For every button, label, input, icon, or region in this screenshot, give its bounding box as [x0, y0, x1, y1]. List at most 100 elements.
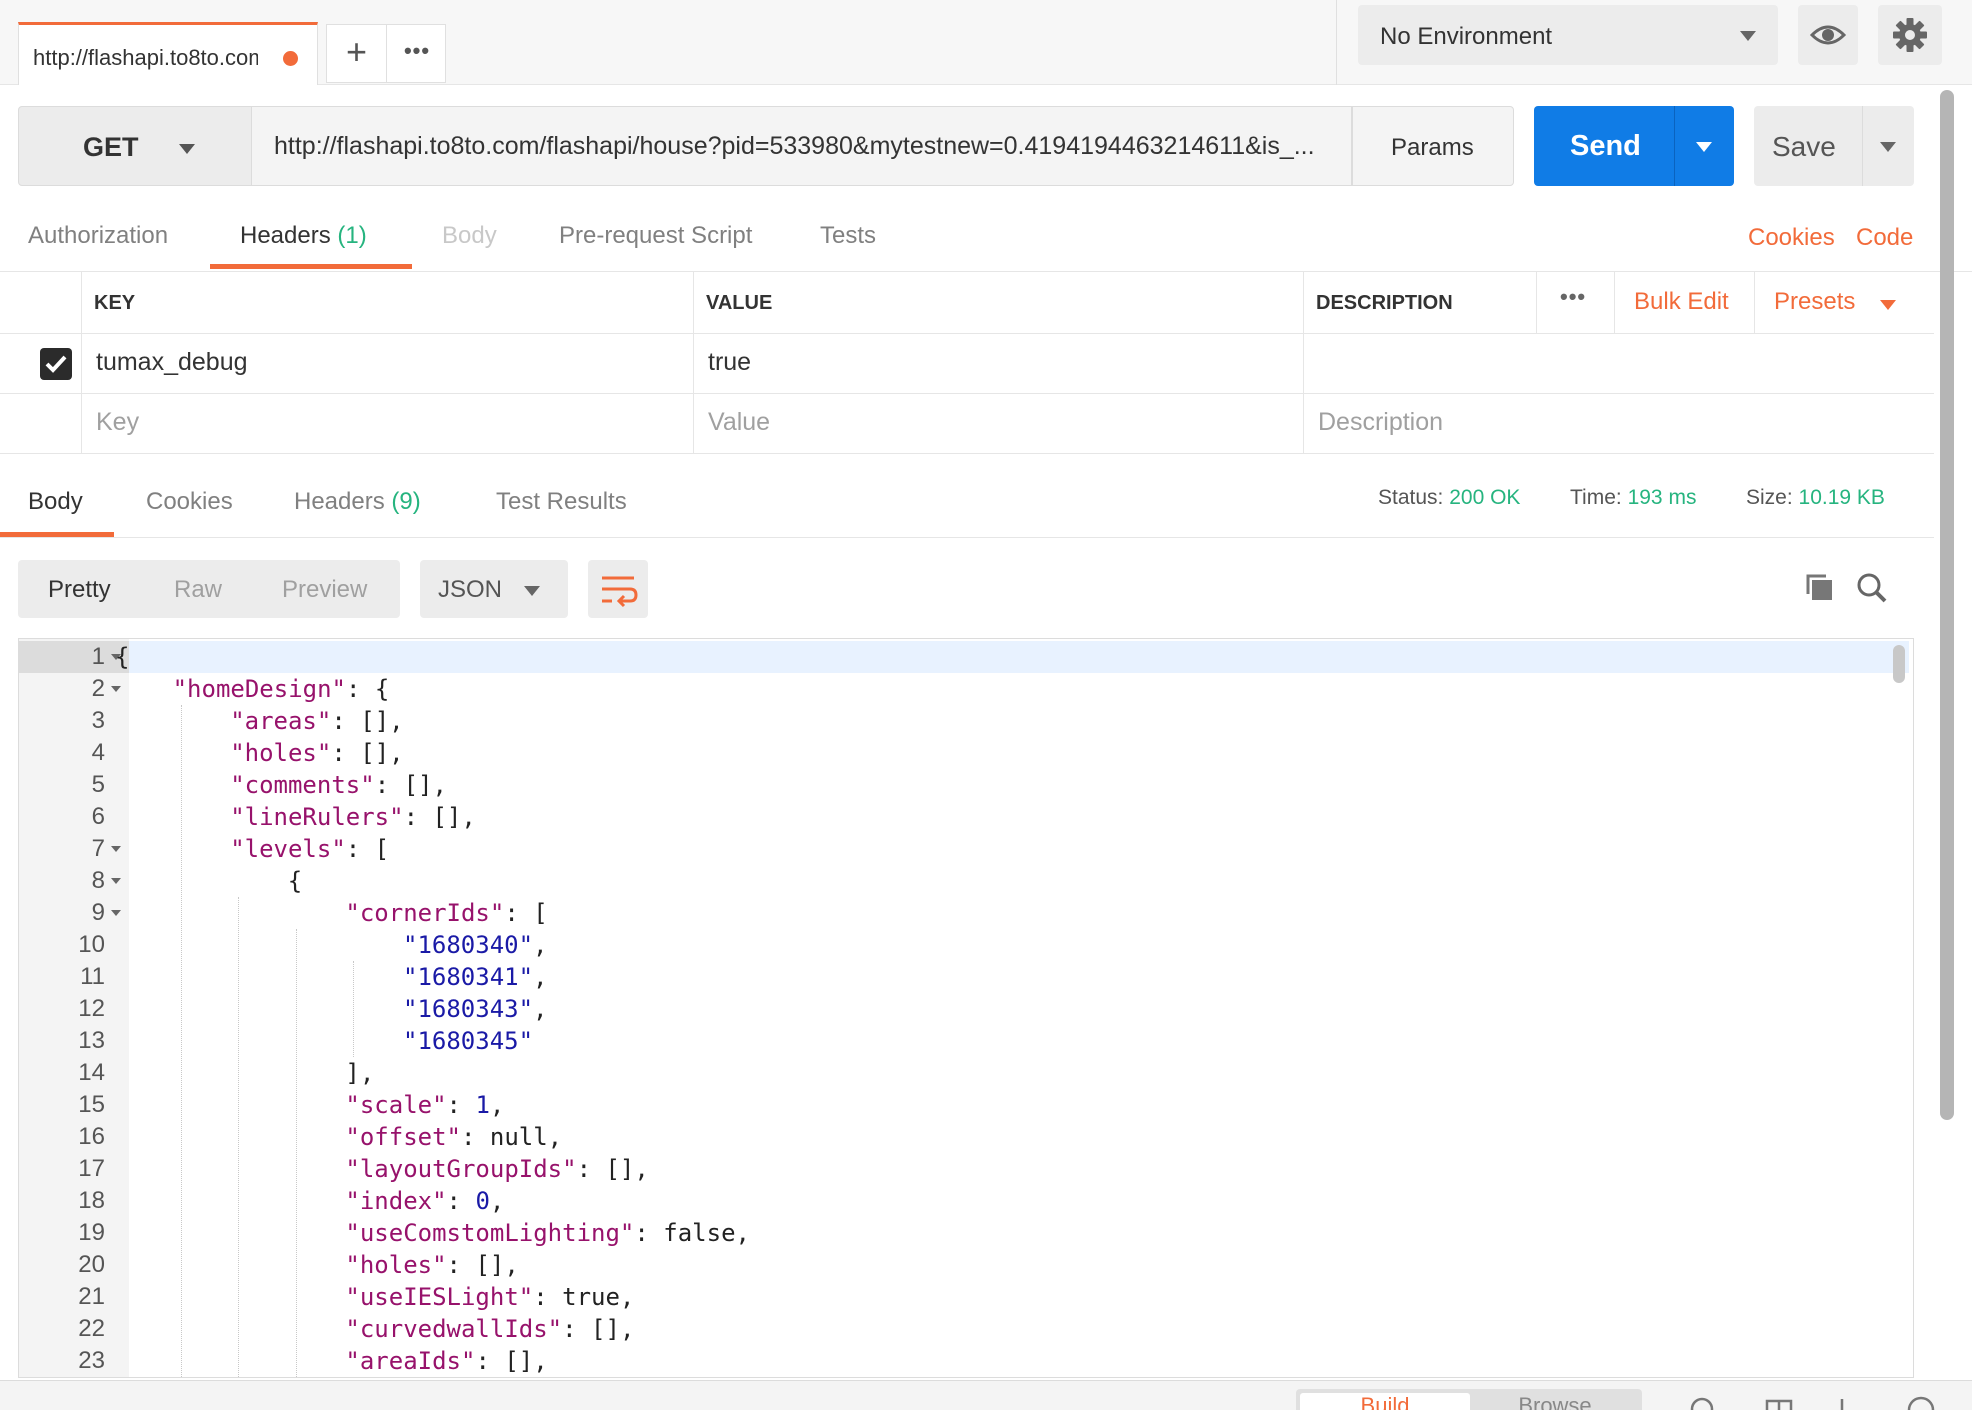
unsaved-dot-icon [283, 51, 298, 66]
active-tab-indicator [210, 264, 412, 269]
view-mode-selector: Pretty Raw Preview [18, 560, 400, 618]
more-tabs-button[interactable]: ••• [387, 25, 447, 82]
bulk-edit-link[interactable]: Bulk Edit [1634, 288, 1729, 316]
tab-actions: + ••• [326, 24, 446, 83]
environment-select[interactable]: No Environment [1358, 5, 1778, 65]
line-number: 5 [91, 771, 105, 798]
key-input[interactable]: Key [82, 394, 694, 453]
value-cell[interactable]: true [694, 334, 1304, 393]
response-tab-headers[interactable]: Headers (9) [294, 488, 421, 516]
runner-icon[interactable] [1836, 1395, 1866, 1410]
description-input[interactable]: Description [1304, 394, 1934, 453]
description-column-label: DESCRIPTION [1316, 292, 1453, 314]
status-bar: Build Browse [0, 1380, 1972, 1410]
json-punctuation: , [533, 931, 548, 959]
method-select[interactable]: GET [18, 106, 252, 186]
build-button[interactable]: Build [1300, 1393, 1470, 1410]
send-options-chevron-icon[interactable] [1696, 142, 1712, 152]
tab-body[interactable]: Body [442, 222, 497, 250]
table-more-button[interactable]: ••• [1560, 284, 1586, 310]
json-punctuation: , [533, 995, 548, 1023]
json-punctuation: { [115, 643, 130, 671]
editor-scrollbar[interactable] [1893, 645, 1905, 683]
chevron-down-icon[interactable] [1880, 300, 1896, 310]
pretty-button[interactable]: Pretty [48, 576, 111, 604]
size-label: Size: [1746, 486, 1793, 509]
tab-authorization[interactable]: Authorization [28, 222, 168, 250]
indent-guide [353, 961, 355, 1057]
preview-button[interactable]: Preview [282, 576, 367, 604]
code-line: 20 "holes": [], [19, 1249, 1909, 1281]
line-number: 1 [91, 643, 105, 670]
table-header-row: KEY VALUE DESCRIPTION ••• Bulk Edit Pres… [0, 272, 1934, 334]
url-text: http://flashapi.to8to.com/flashapi/house… [274, 132, 1315, 160]
value-input[interactable]: Value [694, 394, 1304, 453]
json-punctuation: : [ [504, 899, 548, 927]
save-options-chevron-icon[interactable] [1880, 142, 1896, 152]
help-icon[interactable] [1906, 1395, 1936, 1410]
code-text: "1680341", [403, 961, 548, 993]
header-value: true [708, 348, 752, 376]
cookies-link[interactable]: Cookies [1748, 224, 1835, 252]
key-column-label: KEY [94, 292, 136, 314]
code-line: 23 "areaIds": [], [19, 1345, 1909, 1377]
save-button[interactable]: Save [1754, 106, 1914, 186]
response-tab-cookies[interactable]: Cookies [146, 488, 233, 516]
fold-toggle-icon[interactable] [111, 878, 121, 884]
environment-label: No Environment [1380, 23, 1553, 50]
size-value: 10.19 KB [1798, 486, 1885, 509]
active-tab-indicator [0, 532, 114, 537]
code-text: "curvedwallIds": [], [345, 1313, 634, 1345]
tab-prerequest-script[interactable]: Pre-request Script [559, 222, 752, 250]
search-icon[interactable] [1688, 1395, 1718, 1410]
header-enabled-checkbox[interactable] [40, 348, 72, 380]
value-placeholder: Value [708, 408, 771, 436]
tab-bar: http://flashapi.to8to.com/flashapi/house… [0, 0, 1972, 85]
time-value: 193 ms [1627, 486, 1697, 509]
wrap-lines-button[interactable] [588, 560, 648, 618]
code-line: 14], [19, 1057, 1909, 1089]
fold-toggle-icon[interactable] [111, 910, 121, 916]
fold-toggle-icon[interactable] [111, 686, 121, 692]
window-scrollbar[interactable] [1940, 90, 1954, 1120]
headers-table: KEY VALUE DESCRIPTION ••• Bulk Edit Pres… [0, 272, 1934, 454]
raw-button[interactable]: Raw [174, 576, 222, 604]
request-tab[interactable]: http://flashapi.to8to.com/flashapi/house… [18, 22, 318, 85]
params-button[interactable]: Params [1352, 106, 1514, 186]
browse-button[interactable]: Browse [1470, 1393, 1640, 1410]
format-select[interactable]: JSON [420, 560, 568, 618]
line-number: 2 [91, 675, 105, 702]
presets-dropdown[interactable]: Presets [1774, 288, 1855, 316]
code-text: "1680345" [403, 1025, 533, 1057]
time-indicator: Time: 193 ms [1570, 486, 1696, 510]
tab-tests[interactable]: Tests [820, 222, 876, 250]
description-column-header: DESCRIPTION ••• Bulk Edit Presets [1304, 272, 1934, 334]
url-input[interactable]: http://flashapi.to8to.com/flashapi/house… [252, 106, 1352, 186]
response-body-editor[interactable]: 1{2 "homeDesign": {3 "areas": [], 4 "holes":… [18, 638, 1914, 1378]
tab-headers-count: (1) [337, 222, 367, 249]
tab-headers[interactable]: Headers (1) [240, 222, 367, 250]
code-line: 19 "useComstomLighting": false, [19, 1217, 1909, 1249]
key-cell[interactable]: tumax_debug [82, 334, 694, 393]
response-tab-test-results[interactable]: Test Results [496, 488, 627, 516]
divider [1674, 106, 1675, 186]
request-tabs: Authorization Headers (1) Body Pre-reque… [0, 210, 1972, 272]
layout-icon[interactable] [1764, 1395, 1794, 1410]
code-text: "useComstomLighting": false, [345, 1217, 750, 1249]
environment-quick-look-button[interactable] [1798, 5, 1858, 65]
fold-toggle-icon[interactable] [111, 846, 121, 852]
code-link[interactable]: Code [1856, 224, 1913, 252]
divider [1862, 106, 1863, 186]
new-tab-button[interactable]: + [327, 25, 387, 82]
code-text: "areaIds": [], [345, 1345, 547, 1377]
response-tab-body[interactable]: Body [28, 488, 83, 516]
settings-button[interactable] [1878, 5, 1942, 65]
search-button[interactable] [1852, 568, 1892, 608]
send-button[interactable]: Send [1534, 106, 1734, 186]
eye-icon [1809, 25, 1847, 45]
line-number: 16 [78, 1123, 105, 1150]
code-line: 1{ [19, 641, 1909, 673]
chevron-down-icon [179, 144, 195, 154]
description-cell[interactable] [1304, 334, 1934, 393]
copy-button[interactable] [1800, 568, 1840, 608]
